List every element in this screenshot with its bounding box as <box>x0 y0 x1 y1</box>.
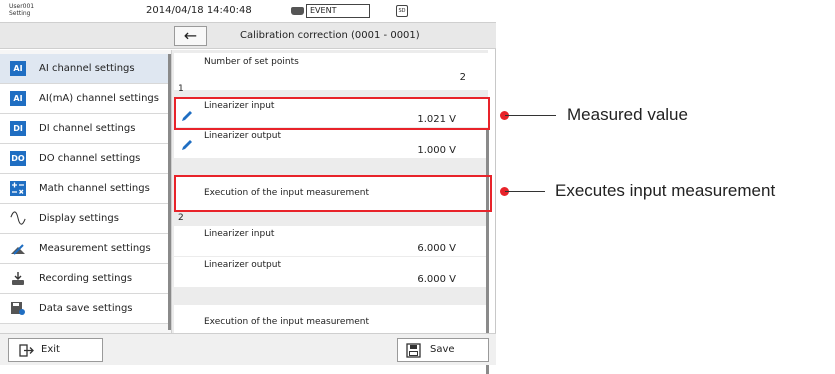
sidebar-item-do-channel-settings[interactable]: DO DO channel settings <box>0 144 168 174</box>
sidebar-item-label: DI channel settings <box>39 123 136 134</box>
measured-value-highlight <box>174 97 490 130</box>
sidebar-item-data-save-settings[interactable]: Data save settings <box>0 294 168 324</box>
exit-button[interactable]: Exit <box>8 338 103 362</box>
measurement-icon <box>11 244 25 255</box>
execute-input-measurement-button[interactable]: Execution of the input measurement <box>174 305 494 335</box>
callout-measured-value: Measured value <box>567 105 688 124</box>
mode-label: Setting <box>9 10 31 17</box>
ai-ma-channel-icon: AI <box>10 91 26 106</box>
event-label: EVENT <box>310 6 337 15</box>
memory-drive-icon <box>291 7 304 15</box>
execute-measurement-highlight <box>174 175 492 212</box>
save-icon <box>406 343 421 358</box>
sidebar-item-ai-channel-settings[interactable]: AI AI channel settings <box>0 54 168 84</box>
wave-icon <box>10 211 26 225</box>
callout-line <box>505 115 556 116</box>
sidebar-item-ai-ma-channel-settings[interactable]: AI AI(mA) channel settings <box>0 84 168 114</box>
save-label: Save <box>430 344 455 355</box>
sidebar-item-label: AI channel settings <box>39 63 135 74</box>
linearizer-output-label: Linearizer output <box>204 131 281 141</box>
linearizer-input-value: 6.000 V <box>417 243 456 254</box>
sidebar-item-di-channel-settings[interactable]: DI DI channel settings <box>0 114 168 144</box>
sidebar-item-label: Measurement settings <box>39 243 151 254</box>
sidebar-item-measurement-settings[interactable]: Measurement settings <box>0 234 168 264</box>
exit-icon <box>19 344 34 357</box>
math-icon <box>10 181 26 196</box>
sidebar-scrollbar[interactable] <box>168 54 171 330</box>
user-info: User001 Setting <box>9 3 34 17</box>
do-channel-icon: DO <box>10 151 26 166</box>
status-bar: User001 Setting 2014/04/18 14:40:48 EVEN… <box>0 0 496 22</box>
di-channel-icon: DI <box>10 121 26 136</box>
sd-card-icon: SD <box>396 5 408 17</box>
linearizer-input-row[interactable]: Linearizer input 6.000 V <box>174 226 494 256</box>
sidebar-item-label: AI(mA) channel settings <box>39 93 159 104</box>
sidebar-item-label: DO channel settings <box>39 153 141 164</box>
linearizer-output-row[interactable]: Linearizer output 1.000 V <box>174 128 494 158</box>
user-name: User001 <box>9 3 35 10</box>
callout-executes-input-measurement: Executes input measurement <box>555 181 776 200</box>
sidebar-item-label: Data save settings <box>39 303 133 314</box>
linearizer-output-label: Linearizer output <box>204 260 281 270</box>
group-number: 2 <box>178 213 184 223</box>
execute-input-measurement-label: Execution of the input measurement <box>204 317 369 327</box>
save-settings-icon <box>11 302 25 315</box>
date-time: 2014/04/18 14:40:48 <box>146 5 252 16</box>
set-points-label: Number of set points <box>204 57 299 67</box>
linearizer-output-value: 1.000 V <box>417 145 456 156</box>
page-title: Calibration correction (0001 - 0001) <box>240 30 420 41</box>
save-button[interactable]: Save <box>397 338 489 362</box>
recording-icon <box>12 272 24 285</box>
sidebar-item-label: Display settings <box>39 213 119 224</box>
linearizer-output-value: 6.000 V <box>417 274 456 285</box>
linearizer-output-row[interactable]: Linearizer output 6.000 V <box>174 257 494 287</box>
callout-line <box>505 191 545 192</box>
back-button[interactable]: ← <box>174 26 207 46</box>
sidebar-item-label: Math channel settings <box>39 183 150 194</box>
linearizer-input-label: Linearizer input <box>204 229 275 239</box>
settings-menu: AI AI channel settings AI AI(mA) channel… <box>0 50 172 333</box>
sidebar-item-display-settings[interactable]: Display settings <box>0 204 168 234</box>
sidebar-item-label: Recording settings <box>39 273 133 284</box>
bottom-bar: Exit Save <box>0 333 496 365</box>
sidebar-item-math-channel-settings[interactable]: Math channel settings <box>0 174 168 204</box>
sidebar-item-recording-settings[interactable]: Recording settings <box>0 264 168 294</box>
event-indicator: EVENT <box>306 4 370 18</box>
exit-label: Exit <box>41 344 60 355</box>
pencil-icon <box>182 140 192 150</box>
group-number: 1 <box>178 84 184 94</box>
set-points-row[interactable]: Number of set points 2 <box>174 53 494 90</box>
header-bar: ← Calibration correction (0001 - 0001) <box>0 22 496 49</box>
set-points-value: 2 <box>459 72 466 83</box>
ai-channel-icon: AI <box>10 61 26 76</box>
left-arrow-icon: ← <box>183 26 198 45</box>
